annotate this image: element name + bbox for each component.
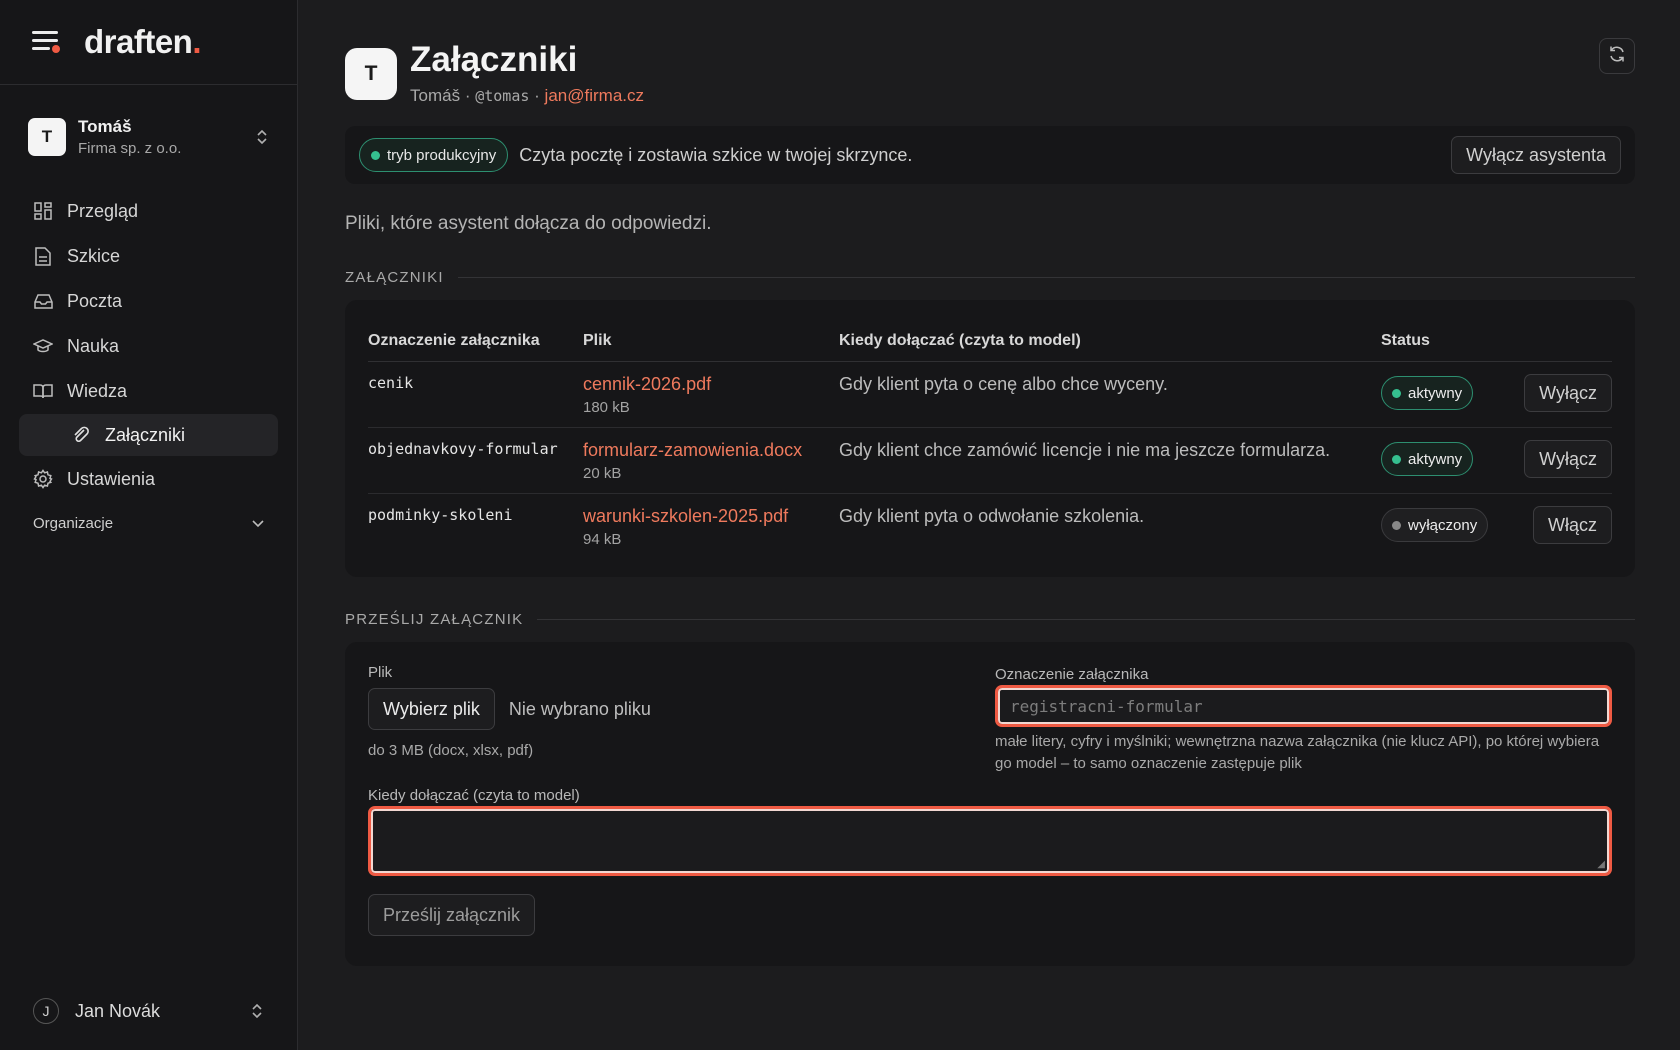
attachments-table-card: Oznaczenie załącznika Plik Kiedy dołącza… <box>345 300 1635 577</box>
status-badge: aktywny <box>1381 376 1474 410</box>
key-label: Oznaczenie załącznika <box>995 666 1149 683</box>
submit-attachment-button[interactable]: Prześlij załącznik <box>368 894 536 936</box>
separator: · <box>534 86 540 105</box>
refresh-icon <box>1608 45 1626 68</box>
no-file-text: Nie wybrano pliku <box>508 698 651 719</box>
file-size: 20 kB <box>583 465 622 482</box>
header-name: Tomáš <box>410 86 461 105</box>
choose-file-button[interactable]: Wybierz plik <box>368 688 495 730</box>
status-badge: aktywny <box>1381 442 1474 476</box>
account-name: Tomáš <box>78 117 132 136</box>
attachment-key: cenik <box>368 361 583 428</box>
sidebar-nav: Przegląd Szkice Poczta Nauka Wiedza Załą… <box>0 189 297 501</box>
banner-message: Czyta pocztę i zostawia szkice w twojej … <box>519 144 913 165</box>
account-switcher[interactable]: T Tomáš Firma sp. z o.o. <box>0 85 297 189</box>
mode-banner: tryb produkcyjny Czyta pocztę i zostawia… <box>345 126 1635 184</box>
page-title: Załączniki <box>410 40 578 79</box>
user-menu[interactable]: J Jan Novák <box>33 998 264 1024</box>
separator: · <box>464 86 471 105</box>
attachment-condition: Gdy klient pyta o odwołanie szkolenia. <box>839 506 1145 526</box>
enable-button[interactable]: Włącz <box>1533 506 1612 544</box>
inbox-icon <box>33 291 53 311</box>
status-dot-icon <box>371 150 380 160</box>
column-header: Status <box>1381 318 1612 362</box>
sidebar-item-attachments[interactable]: Załączniki <box>19 414 278 456</box>
chevron-updown-icon <box>255 128 269 146</box>
sidebar-item-label: Szkice <box>67 245 121 266</box>
page-description: Pliki, które asystent dołącza do odpowie… <box>345 213 712 234</box>
resize-handle-icon[interactable]: ◢ <box>1597 859 1605 870</box>
disable-button[interactable]: Wyłącz <box>1524 374 1612 412</box>
menu-icon[interactable] <box>32 31 60 53</box>
sidebar: draften. T Tomáš Firma sp. z o.o. Przegl… <box>0 0 298 1050</box>
attachments-table: Oznaczenie załącznika Plik Kiedy dołącza… <box>368 318 1612 559</box>
disable-assistant-button[interactable]: Wyłącz asystenta <box>1451 136 1621 174</box>
document-icon <box>33 246 53 266</box>
column-header: Plik <box>583 318 839 362</box>
paperclip-icon <box>71 425 91 445</box>
column-header: Kiedy dołączać (czyta to model) <box>839 318 1381 362</box>
brand-bar: draften. <box>0 0 297 85</box>
column-header: Oznaczenie załącznika <box>368 318 583 362</box>
header-email[interactable]: jan@firma.cz <box>545 86 644 105</box>
user-name: Jan Novák <box>75 1000 161 1021</box>
when-label: Kiedy dołączać (czyta to model) <box>368 787 580 804</box>
page-subtitle: Tomáš · @tomas · jan@firma.cz <box>410 86 644 106</box>
dashboard-icon <box>33 201 53 221</box>
sidebar-item-learning[interactable]: Nauka <box>19 324 278 368</box>
main-content: T Załączniki Tomáš · @tomas · jan@firma.… <box>345 0 1635 966</box>
attachment-condition: Gdy klient pyta o cenę albo chce wyceny. <box>839 361 1381 428</box>
header-handle: @tomas <box>475 87 530 105</box>
sidebar-item-label: Ustawienia <box>67 468 156 489</box>
attachment-key-input[interactable]: registracni-formular <box>995 685 1612 727</box>
file-link[interactable]: cennik-2026.pdf <box>583 374 839 395</box>
sidebar-item-overview[interactable]: Przegląd <box>19 189 278 233</box>
chevron-updown-icon <box>250 1002 264 1020</box>
account-avatar: T <box>28 118 66 156</box>
sidebar-item-label: Poczta <box>67 290 123 311</box>
page-header: T Załączniki Tomáš · @tomas · jan@firma.… <box>345 40 1635 106</box>
account-org: Firma sp. z o.o. <box>78 140 182 157</box>
user-avatar: J <box>33 998 59 1024</box>
page-avatar: T <box>345 48 397 100</box>
table-row: podminky-skoleni warunki-szkolen-2025.pd… <box>368 494 1612 560</box>
organizations-label: Organizacje <box>33 515 114 532</box>
table-row: objednavkovy-formular formularz-zamowien… <box>368 427 1612 494</box>
file-link[interactable]: warunki-szkolen-2025.pdf <box>583 506 839 527</box>
organizations-toggle[interactable]: Organizacje <box>0 515 297 532</box>
file-hint: do 3 MB (docx, xlsx, pdf) <box>368 742 534 759</box>
production-mode-pill: tryb produkcyjny <box>359 138 509 172</box>
file-link[interactable]: formularz-zamowienia.docx <box>583 440 839 461</box>
sidebar-item-mail[interactable]: Poczta <box>19 279 278 323</box>
disable-button[interactable]: Wyłącz <box>1524 440 1612 478</box>
gear-icon <box>33 469 53 489</box>
attachment-condition: Gdy klient chce zamówić licencje i nie m… <box>839 427 1381 494</box>
sidebar-item-label: Załączniki <box>105 424 186 445</box>
upload-section-heading: PRZEŚLIJ ZAŁĄCZNIK <box>345 611 1635 628</box>
attachments-section-heading: ZAŁĄCZNIKI <box>345 269 1635 286</box>
attachment-key: podminky-skoleni <box>368 506 513 524</box>
when-textarea[interactable]: ◢ <box>368 806 1612 876</box>
status-badge: wyłączony <box>1381 508 1489 542</box>
logo[interactable]: draften. <box>84 23 201 61</box>
file-label: Plik <box>368 664 393 681</box>
sidebar-item-knowledge[interactable]: Wiedza <box>19 369 278 413</box>
sidebar-item-label: Wiedza <box>67 380 128 401</box>
key-placeholder: registracni-formular <box>1010 696 1203 716</box>
sidebar-item-label: Nauka <box>67 335 120 356</box>
book-open-icon <box>33 381 53 401</box>
table-row: cenik cennik-2026.pdf 180 kB Gdy klient … <box>368 361 1612 428</box>
sidebar-item-settings[interactable]: Ustawienia <box>19 457 278 501</box>
chevron-down-icon <box>252 515 264 532</box>
upload-form: Plik Wybierz plik Nie wybrano pliku do 3… <box>345 642 1635 966</box>
file-size: 180 kB <box>583 399 630 416</box>
refresh-button[interactable] <box>1599 38 1635 74</box>
key-hint: małe litery, cyfry i myślniki; wewnętrzn… <box>995 733 1600 772</box>
graduation-cap-icon <box>33 336 53 356</box>
attachment-key: objednavkovy-formular <box>368 427 583 494</box>
sidebar-item-label: Przegląd <box>67 200 139 221</box>
sidebar-item-drafts[interactable]: Szkice <box>19 234 278 278</box>
file-size: 94 kB <box>583 531 622 548</box>
